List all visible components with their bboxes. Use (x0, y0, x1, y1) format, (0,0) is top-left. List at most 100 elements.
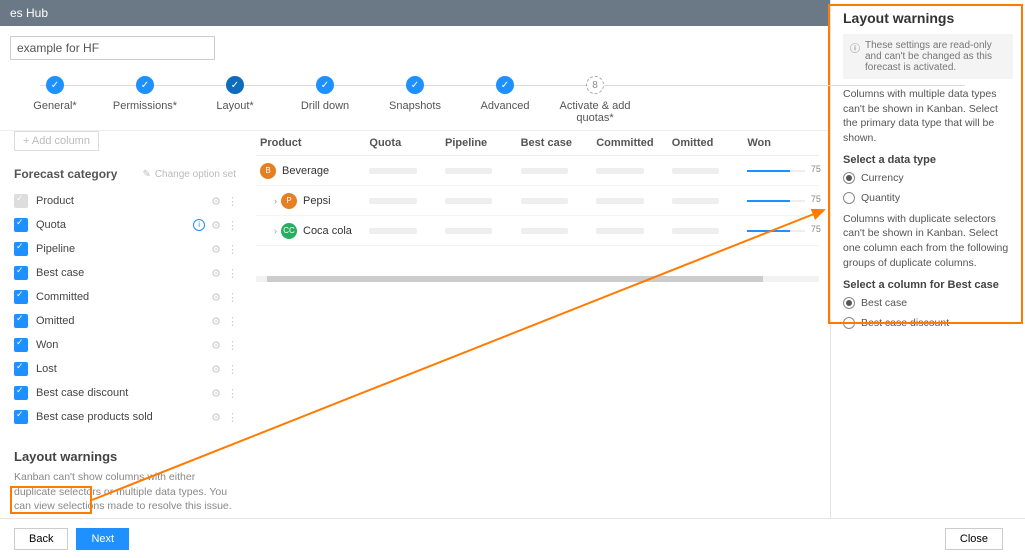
select-column-label: Select a column for Best case (843, 279, 1013, 291)
back-button[interactable]: Back (14, 528, 68, 550)
step-general[interactable]: ✓General* (10, 76, 100, 112)
panel-para-duplicate: Columns with duplicate selectors can't b… (843, 212, 1013, 271)
chevron-right-icon[interactable]: › (274, 196, 277, 206)
col-omitted: Omitted (668, 137, 744, 149)
column-item[interactable]: Lost ⚙ ⋮ (14, 357, 236, 381)
column-label: Best case products sold (36, 411, 153, 423)
column-item[interactable]: Best case discount⚙⋮ (14, 381, 236, 405)
radio-quantity: Quantity (843, 192, 1013, 204)
gear-icon[interactable]: ⚙ (211, 315, 221, 328)
col-quota: Quota (365, 137, 441, 149)
more-icon[interactable]: ⋮ (227, 339, 236, 352)
close-button[interactable]: Close (945, 528, 1003, 550)
product-name: Coca cola (303, 225, 352, 237)
checkbox-icon[interactable] (14, 266, 28, 280)
preview-table: Product Quota Pipeline Best case Committ… (250, 131, 825, 511)
step-permissions[interactable]: ✓Permissions* (100, 76, 190, 112)
column-item[interactable]: Product ⚙ ⋮ (14, 189, 236, 213)
step-activate[interactable]: 8Activate & add quotas* (550, 76, 640, 124)
app-title: es Hub (10, 6, 48, 20)
column-label: Product (36, 195, 74, 207)
column-item[interactable]: Committed ⚙ ⋮ (14, 285, 236, 309)
more-icon[interactable]: ⋮ (227, 387, 236, 400)
layout-warnings-panel: Layout warnings ⓘ These settings are rea… (830, 0, 1025, 558)
col-committed: Committed (592, 137, 668, 149)
column-label: Committed (36, 291, 89, 303)
column-label: Best case (36, 267, 84, 279)
checkbox-icon[interactable] (14, 386, 28, 400)
step-advanced[interactable]: ✓Advanced (460, 76, 550, 112)
column-label: Quota (36, 219, 66, 231)
info-icon: ⓘ (849, 40, 861, 73)
gear-icon[interactable]: ⚙ (211, 267, 221, 280)
product-name: Beverage (282, 165, 329, 177)
column-label: Lost (36, 363, 57, 375)
gear-icon[interactable]: ⚙ (211, 243, 221, 256)
column-label: Pipeline (36, 243, 75, 255)
more-icon[interactable]: ⋮ (227, 243, 236, 256)
radio-currency: Currency (843, 172, 1013, 184)
column-label: Omitted (36, 315, 75, 327)
more-icon[interactable]: ⋮ (227, 315, 236, 328)
column-item[interactable]: Won ⚙ ⋮ (14, 333, 236, 357)
gear-icon[interactable]: ⚙ (211, 339, 221, 352)
column-item[interactable]: Omitted ⚙ ⋮ (14, 309, 236, 333)
table-row[interactable]: › P Pepsi 75 (256, 186, 819, 216)
checkbox-icon[interactable] (14, 338, 28, 352)
table-row[interactable]: › CC Coca cola 75 (256, 216, 819, 246)
step-layout[interactable]: ✓Layout* (190, 76, 280, 112)
column-item[interactable]: Best case ⚙ ⋮ (14, 261, 236, 285)
readonly-note: ⓘ These settings are read-only and can't… (843, 34, 1013, 79)
next-button[interactable]: Next (76, 528, 129, 550)
layout-warnings-title: Layout warnings (14, 449, 236, 464)
checkbox-icon[interactable] (14, 410, 28, 424)
gear-icon[interactable]: ⚙ (211, 291, 221, 304)
product-name: Pepsi (303, 195, 331, 207)
checkbox-icon[interactable] (14, 362, 28, 376)
checkbox-icon[interactable] (14, 218, 28, 232)
checkbox-icon[interactable] (14, 194, 28, 208)
won-value: 75 (811, 164, 821, 174)
gear-icon[interactable]: ⚙ (211, 387, 221, 400)
gear-icon[interactable]: ⚙ (211, 411, 221, 424)
more-icon[interactable]: ⋮ (227, 267, 236, 280)
gear-icon[interactable]: ⚙ (211, 219, 221, 232)
won-value: 75 (811, 224, 821, 234)
more-icon[interactable]: ⋮ (227, 291, 236, 304)
horizontal-scrollbar[interactable] (256, 276, 819, 282)
pencil-icon: ✎ (142, 169, 150, 180)
table-row[interactable]: B Beverage 75 (256, 156, 819, 186)
radio-bestcase-discount: Best case discount (843, 317, 1013, 329)
checkbox-icon[interactable] (14, 290, 28, 304)
gear-icon[interactable]: ⚙ (211, 363, 221, 376)
avatar: CC (281, 223, 297, 239)
gear-icon[interactable]: ⚙ (211, 195, 221, 208)
column-item[interactable]: Quota i ⚙ ⋮ (14, 213, 236, 237)
add-column-button: + Add column (14, 131, 99, 151)
forecast-name-input[interactable] (10, 36, 215, 60)
col-pipeline: Pipeline (441, 137, 517, 149)
column-label: Won (36, 339, 58, 351)
column-item[interactable]: Best case products sold ⚙ ⋮ (14, 405, 236, 429)
columns-config: + Add column Forecast category ✎Change o… (0, 131, 250, 511)
more-icon[interactable]: ⋮ (227, 363, 236, 376)
more-icon[interactable]: ⋮ (227, 219, 236, 232)
change-optionset-link[interactable]: Change option set (155, 169, 236, 180)
select-datatype-label: Select a data type (843, 154, 1013, 166)
layout-warnings-desc: Kanban can't show columns with either du… (14, 470, 236, 514)
column-item[interactable]: Pipeline ⚙ ⋮ (14, 237, 236, 261)
col-bestcase: Best case (517, 137, 593, 149)
col-product: Product (256, 137, 365, 149)
more-icon[interactable]: ⋮ (227, 411, 236, 424)
info-icon[interactable]: i (193, 219, 205, 231)
step-drilldown[interactable]: ✓Drill down (280, 76, 370, 112)
checkbox-icon[interactable] (14, 314, 28, 328)
avatar: P (281, 193, 297, 209)
avatar: B (260, 163, 276, 179)
checkbox-icon[interactable] (14, 242, 28, 256)
step-snapshots[interactable]: ✓Snapshots (370, 76, 460, 112)
won-value: 75 (811, 194, 821, 204)
chevron-right-icon[interactable]: › (274, 226, 277, 236)
more-icon[interactable]: ⋮ (227, 195, 236, 208)
panel-title: Layout warnings (843, 10, 1013, 26)
